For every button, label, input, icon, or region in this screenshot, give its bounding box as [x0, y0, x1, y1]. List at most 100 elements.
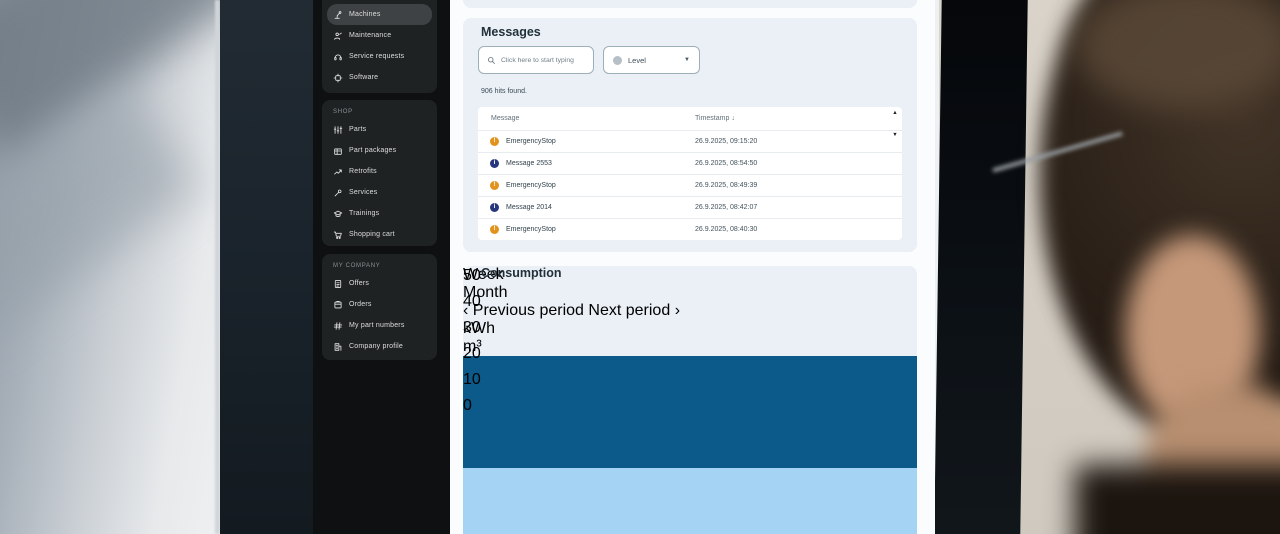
offers-icon [333, 279, 343, 289]
info-icon: i [490, 203, 499, 212]
table-row[interactable]: i Message 2553 26.9.2025, 08:54:50 [478, 152, 902, 174]
table-header: Message Timestamp ↓ [478, 107, 902, 130]
sidebar-item-label: Parts [349, 126, 366, 133]
messages-panel: Messages Level ▼ 906 hits found. Message… [463, 18, 917, 252]
sidebar-item-company-profile[interactable]: Company profile [327, 336, 432, 357]
blurred-person-foreground [935, 0, 1280, 534]
messages-table: Message Timestamp ↓ ! EmergencyStop 26.9.2… [478, 107, 902, 240]
sidebar-item-parts[interactable]: Parts [327, 119, 432, 140]
sidebar-group-my-company: MY COMPANY Offers Orders My part numbers Co… [322, 254, 437, 360]
monitor-bezel-left [220, 0, 313, 534]
plot-area [463, 356, 917, 534]
left-axis-tick: 10 [463, 371, 499, 389]
message-cell: EmergencyStop [506, 138, 556, 145]
sidebar-item-label: Orders [349, 301, 372, 308]
chevron-down-icon: ▼ [684, 57, 690, 63]
next-period-button[interactable]: Next period › [588, 302, 680, 319]
orders-icon [333, 300, 343, 310]
message-cell: Message 2014 [506, 204, 552, 211]
level-icon [613, 56, 622, 65]
services-icon [333, 188, 343, 198]
right-axis-unit-label: m³ [463, 338, 917, 356]
sidebar-item-machines[interactable]: Machines [327, 4, 432, 25]
level-label: Level [628, 56, 678, 65]
sidebar-item-label: Offers [349, 280, 369, 287]
search-icon [487, 56, 496, 65]
table-row[interactable]: !EmergencyStop26.9.2025, 08:40:30 [478, 218, 902, 240]
scrollbar-thumb[interactable] [893, 116, 897, 132]
sidebar-item-offers[interactable]: Offers [327, 273, 432, 294]
part-packages-icon [333, 146, 343, 156]
sidebar-section-label: SHOP [327, 106, 432, 119]
sidebar-item-services[interactable]: Services [327, 182, 432, 203]
sidebar-item-label: Shopping cart [349, 231, 395, 238]
sort-descending-icon: ↓ [731, 115, 735, 122]
consumption-panel: Consumption Week Month ‹ Previous period… [463, 266, 917, 534]
sidebar-item-label: Company profile [349, 343, 403, 350]
shopping-cart-icon [333, 230, 343, 240]
left-axis-tick: 40 [463, 293, 499, 311]
sidebar-item-maintenance[interactable]: Maintenance [327, 25, 432, 46]
card-partial-top [463, 0, 917, 8]
sidebar: Machines Maintenance Service requests Softw… [313, 0, 450, 534]
sidebar-item-label: Service requests [349, 53, 404, 60]
message-cell: Message 2553 [506, 160, 552, 167]
retrofits-icon [333, 167, 343, 177]
left-axis-tick: 20 [463, 345, 499, 363]
table-row[interactable]: ! EmergencyStop 26.9.2025, 09:15:20 [478, 130, 902, 152]
monitor-bezel-right [935, 0, 1028, 534]
hits-count: 906 hits found. [481, 88, 527, 95]
warning-icon: ! [490, 181, 499, 190]
sidebar-group-machines: Machines Maintenance Service requests Softw… [322, 0, 437, 93]
sidebar-item-software[interactable]: Software [327, 67, 432, 88]
sidebar-item-part-packages[interactable]: Part packages [327, 140, 432, 161]
compressed-air-bar [463, 468, 917, 534]
main-content: Messages Level ▼ 906 hits found. Message… [450, 0, 935, 534]
message-search-field[interactable] [478, 46, 594, 74]
sidebar-section-label: MY COMPANY [327, 260, 432, 273]
warning-icon: ! [490, 137, 499, 146]
table-row[interactable]: ! EmergencyStop 26.9.2025, 08:49:39 [478, 174, 902, 196]
left-axis-tick: 50 [463, 267, 499, 285]
electricity-bar [463, 356, 917, 468]
level-filter-dropdown[interactable]: Level ▼ [603, 46, 700, 74]
timestamp-cell: 26.9.2025, 08:42:07 [695, 204, 757, 211]
machines-icon [333, 10, 343, 20]
info-icon: i [490, 159, 499, 168]
blurred-background-left [0, 0, 313, 534]
column-header-message[interactable]: Message [491, 115, 519, 122]
tab-month[interactable]: Month [463, 284, 917, 302]
sidebar-item-label: Machines [349, 11, 381, 18]
chevron-right-icon: › [675, 302, 680, 319]
table-scrollbar[interactable]: ▲ ▼ [891, 110, 899, 237]
consumption-bar-chart: kWh m³ 01020304050 04080120160200 Mon 22… [463, 320, 917, 534]
sidebar-item-label: Software [349, 74, 378, 81]
timestamp-cell: 26.9.2025, 08:49:39 [695, 182, 757, 189]
warning-icon: ! [490, 225, 499, 234]
timestamp-cell: 26.9.2025, 09:15:20 [695, 138, 757, 145]
sidebar-item-retrofits[interactable]: Retrofits [327, 161, 432, 182]
messages-title: Messages [481, 25, 541, 39]
sidebar-item-service-requests[interactable]: Service requests [327, 46, 432, 67]
sidebar-item-label: Retrofits [349, 168, 377, 175]
trainings-icon [333, 209, 343, 219]
sidebar-item-trainings[interactable]: Trainings [327, 203, 432, 224]
period-navigation: ‹ Previous period Next period › [463, 302, 917, 320]
photo-scene: Machines Maintenance Service requests Softw… [0, 0, 1280, 534]
message-cell: EmergencyStop [506, 226, 556, 233]
left-axis-tick: 30 [463, 319, 499, 337]
left-axis-tick: 0 [463, 397, 499, 415]
timestamp-cell: 26.9.2025, 08:54:50 [695, 160, 757, 167]
sidebar-item-shopping-cart[interactable]: Shopping cart [327, 224, 432, 245]
sidebar-item-orders[interactable]: Orders [327, 294, 432, 315]
table-row[interactable]: i Message 2014 26.9.2025, 08:42:07 [478, 196, 902, 218]
my-part-numbers-icon [333, 321, 343, 331]
scroll-down-icon[interactable]: ▼ [892, 132, 897, 138]
search-input[interactable] [501, 57, 590, 64]
sidebar-item-my-part-numbers[interactable]: My part numbers [327, 315, 432, 336]
maintenance-icon [333, 31, 343, 41]
person-shoulder [1075, 465, 1280, 534]
column-header-timestamp[interactable]: Timestamp ↓ [695, 115, 735, 122]
sidebar-item-label: Services [349, 189, 377, 196]
message-cell: EmergencyStop [506, 182, 556, 189]
